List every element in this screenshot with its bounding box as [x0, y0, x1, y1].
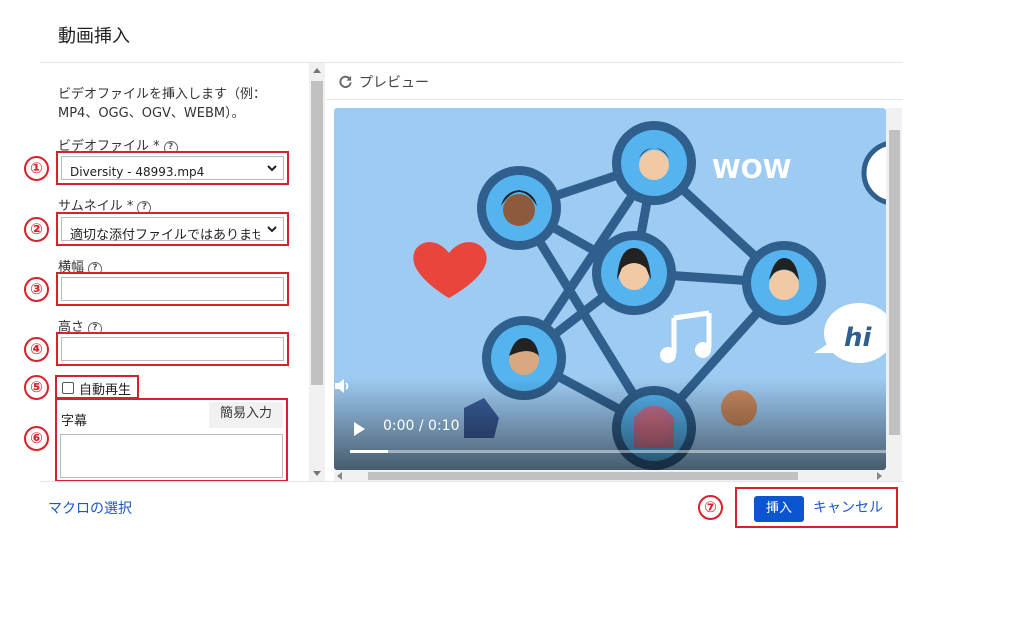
form-description: ビデオファイルを挿入します（例：MP4、OGG、OGV、WEBM）。	[58, 87, 267, 121]
hi-text: hi	[844, 323, 873, 353]
preview-header: プレビュー	[338, 72, 429, 92]
autoplay-checkbox[interactable]	[62, 382, 74, 394]
progress-track[interactable]	[350, 450, 886, 453]
video-file-value: Diversity - 48993.mp4	[70, 165, 205, 179]
wow-text: WOW	[712, 155, 791, 185]
scroll-thumb[interactable]	[368, 472, 798, 480]
autoplay-option[interactable]: 自動再生	[55, 375, 139, 399]
marker-5: ⑤	[24, 375, 49, 400]
marker-1: ①	[24, 156, 49, 181]
marker-7: ⑦	[698, 495, 723, 520]
scroll-down-icon[interactable]	[313, 471, 321, 476]
play-icon[interactable]	[354, 422, 365, 436]
cancel-button[interactable]: キャンセル	[813, 497, 883, 517]
preview-title: プレビュー	[359, 75, 429, 91]
macro-select-link[interactable]: マクロの選択	[48, 498, 132, 518]
subtitle-label: 字幕	[61, 414, 88, 429]
marker-3: ③	[24, 277, 49, 302]
scroll-up-icon[interactable]	[313, 68, 321, 73]
action-buttons: 挿入 キャンセル	[735, 487, 898, 528]
thumbnail-select[interactable]: 適切な添付ファイルではありません	[56, 212, 289, 246]
refresh-icon[interactable]	[338, 74, 353, 89]
form-scrollbar[interactable]	[309, 63, 325, 481]
marker-4: ④	[24, 337, 49, 362]
scroll-thumb[interactable]	[889, 130, 900, 435]
scroll-left-icon[interactable]	[337, 472, 342, 480]
scroll-thumb[interactable]	[311, 81, 323, 385]
subtitle-textarea[interactable]	[60, 434, 283, 478]
video-file-select[interactable]: Diversity - 48993.mp4	[56, 151, 289, 185]
video-player[interactable]: WOW hi 0:00 / 0:10	[334, 108, 886, 470]
video-controls: 0:00 / 0:10	[334, 378, 886, 470]
autoplay-label: 自動再生	[79, 383, 132, 398]
marker-2: ②	[24, 217, 49, 242]
width-input[interactable]	[56, 272, 289, 306]
chevron-down-icon	[267, 165, 277, 172]
preview-vertical-scrollbar[interactable]	[886, 108, 902, 470]
thumbnail-value: 適切な添付ファイルではありません	[70, 228, 260, 243]
divider	[326, 99, 903, 100]
divider	[40, 481, 903, 482]
easy-input-button[interactable]: 簡易入力	[209, 402, 283, 428]
volume-icon[interactable]	[334, 378, 352, 394]
height-input[interactable]	[56, 332, 289, 366]
dialog-title: 動画挿入	[58, 26, 130, 47]
scroll-right-icon[interactable]	[877, 472, 882, 480]
progress-fill	[350, 450, 388, 453]
insert-button[interactable]: 挿入	[754, 496, 804, 522]
marker-6: ⑥	[24, 426, 49, 451]
video-time: 0:00 / 0:10	[383, 418, 460, 434]
subtitle-section: 字幕 簡易入力	[55, 398, 288, 482]
chevron-down-icon	[267, 226, 277, 233]
